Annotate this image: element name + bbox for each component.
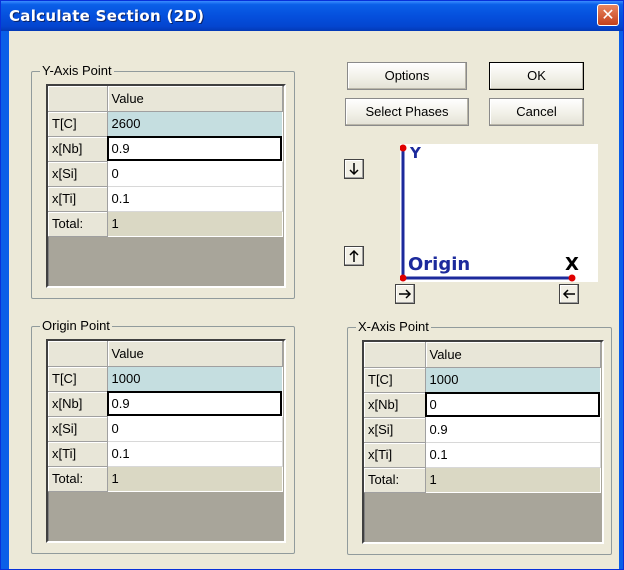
- total-cell: 1: [425, 467, 601, 493]
- move-y-down-button[interactable]: [344, 159, 364, 179]
- value-cell[interactable]: 1000: [107, 366, 283, 392]
- y-axis-point-grid: Value T[C] 2600 x[Nb] 0.9 x[Si] 0 x[Ti] 0.1 …: [46, 84, 286, 288]
- table-row: x[Nb] 0.9: [48, 136, 283, 162]
- title-bar[interactable]: Calculate Section (2D) ✕: [1, 1, 623, 31]
- arrow-up-icon: [349, 249, 359, 262]
- value-cell[interactable]: 2600: [107, 111, 283, 137]
- row-header: x[Ti]: [48, 441, 108, 467]
- origin-point-grid: Value T[C] 1000 x[Nb] 0.9 x[Si] 0 x[Ti] 0.1 …: [46, 339, 286, 543]
- origin-point-marker: [399, 274, 407, 282]
- table-row: Total: 1: [364, 467, 601, 493]
- total-cell: 1: [107, 211, 283, 237]
- window-title: Calculate Section (2D): [9, 7, 205, 25]
- row-header: T[C]: [48, 366, 108, 392]
- y-axis-label: Y: [409, 144, 422, 162]
- y-axis-point-label: Y-Axis Point: [40, 63, 114, 79]
- row-header: x[Nb]: [48, 391, 108, 417]
- row-header: x[Si]: [48, 416, 108, 442]
- move-y-up-button[interactable]: [344, 246, 364, 266]
- value-cell[interactable]: 1000: [425, 367, 601, 393]
- value-cell[interactable]: 0: [425, 392, 601, 418]
- row-header: x[Nb]: [48, 136, 108, 162]
- row-header: Total:: [48, 211, 108, 237]
- section-preview: Y Origin X: [399, 144, 598, 282]
- table-row: T[C] 2600: [48, 111, 283, 137]
- window-border-left: [1, 31, 9, 569]
- value-column-header: Value: [107, 86, 283, 112]
- table-row: x[Ti] 0.1: [48, 441, 283, 467]
- value-cell[interactable]: 0.1: [107, 441, 283, 467]
- table-row: x[Si] 0: [48, 161, 283, 187]
- table-row: x[Si] 0.9: [364, 417, 601, 443]
- table-row: x[Ti] 0.1: [364, 442, 601, 468]
- value-cell[interactable]: 0.9: [107, 136, 283, 162]
- row-header: T[C]: [364, 367, 426, 393]
- axes-diagram: Y Origin X: [399, 144, 579, 282]
- origin-point-label: Origin Point: [40, 318, 112, 334]
- corner-header: [48, 86, 108, 112]
- value-cell[interactable]: 0.1: [425, 442, 601, 468]
- row-header: Total:: [364, 467, 426, 493]
- table-row: Total: 1: [48, 211, 283, 237]
- close-icon: ✕: [601, 5, 615, 24]
- x-axis-point-label: X-Axis Point: [356, 319, 431, 335]
- table-row: x[Nb] 0: [364, 392, 601, 418]
- row-header: T[C]: [48, 111, 108, 137]
- arrow-down-icon: [349, 163, 359, 176]
- x-axis-label: X: [565, 254, 579, 275]
- y-axis-point-group: Y-Axis Point Value T[C] 2600 x[Nb] 0.9 x[S…: [31, 63, 295, 299]
- y-point-marker: [399, 144, 407, 152]
- row-header: x[Ti]: [364, 442, 426, 468]
- value-cell[interactable]: 0.1: [107, 186, 283, 212]
- table-row: T[C] 1000: [48, 366, 283, 392]
- table-row: Total: 1: [48, 466, 283, 492]
- total-cell: 1: [107, 466, 283, 492]
- row-header: x[Ti]: [48, 186, 108, 212]
- options-button[interactable]: Options: [347, 62, 467, 90]
- corner-header: [48, 341, 108, 367]
- move-x-left-button[interactable]: [559, 284, 579, 304]
- value-cell[interactable]: 0.9: [425, 417, 601, 443]
- x-axis-point-grid: Value T[C] 1000 x[Nb] 0 x[Si] 0.9 x[Ti] 0.1 …: [362, 340, 604, 544]
- cancel-button[interactable]: Cancel: [489, 98, 584, 126]
- select-phases-button[interactable]: Select Phases: [345, 98, 469, 126]
- corner-header: [364, 342, 426, 368]
- arrow-right-icon: [399, 289, 412, 299]
- table-row: x[Nb] 0.9: [48, 391, 283, 417]
- origin-label: Origin: [408, 254, 470, 275]
- value-column-header: Value: [425, 342, 601, 368]
- arrow-left-icon: [562, 289, 575, 299]
- x-point-marker: [568, 274, 576, 282]
- x-axis-point-group: X-Axis Point Value T[C] 1000 x[Nb] 0 x[Si]…: [347, 319, 612, 555]
- table-row: x[Ti] 0.1: [48, 186, 283, 212]
- value-cell[interactable]: 0.9: [107, 391, 283, 417]
- origin-point-group: Origin Point Value T[C] 1000 x[Nb] 0.9 x[S…: [31, 318, 295, 554]
- calculate-section-dialog: Calculate Section (2D) ✕ Y-Axis Point Va…: [0, 0, 624, 570]
- value-column-header: Value: [107, 341, 283, 367]
- row-header: x[Nb]: [364, 392, 426, 418]
- table-row: x[Si] 0: [48, 416, 283, 442]
- move-origin-right-button[interactable]: [395, 284, 415, 304]
- value-cell[interactable]: 0: [107, 161, 283, 187]
- value-cell[interactable]: 0: [107, 416, 283, 442]
- close-button[interactable]: ✕: [597, 4, 619, 26]
- row-header: x[Si]: [364, 417, 426, 443]
- window-border-right: [619, 31, 623, 569]
- row-header: Total:: [48, 466, 108, 492]
- ok-button[interactable]: OK: [489, 62, 584, 90]
- row-header: x[Si]: [48, 161, 108, 187]
- table-row: T[C] 1000: [364, 367, 601, 393]
